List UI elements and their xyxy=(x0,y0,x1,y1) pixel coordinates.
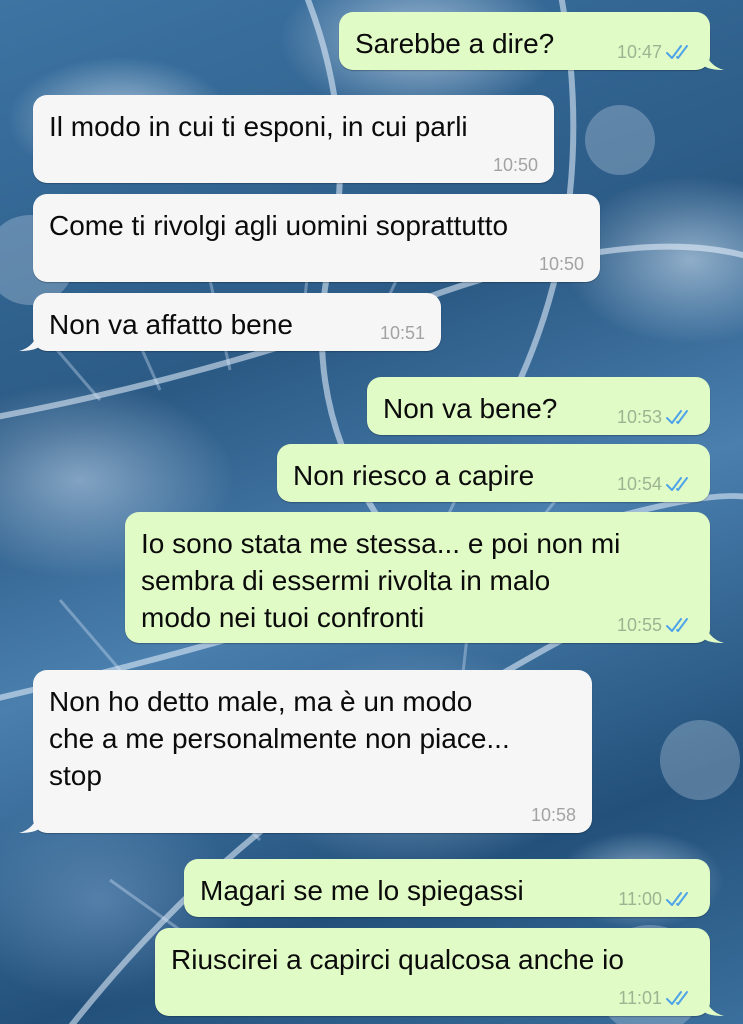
message-timestamp: 10:50 xyxy=(492,155,538,175)
message-meta: 10:50 xyxy=(493,155,538,175)
double-check-icon xyxy=(666,477,688,491)
message-timestamp: 10:58 xyxy=(530,805,576,825)
outgoing-message-bubble[interactable]: Io sono stata me stessa... e poi non mi … xyxy=(125,512,724,643)
incoming-message-bubble[interactable]: Non va affatto bene 10:51 xyxy=(19,293,441,351)
message-timestamp: 10:55 xyxy=(616,615,662,635)
double-check-icon xyxy=(666,991,688,1005)
message-text: Riuscirei a capirci qualcosa anche io xyxy=(171,944,624,975)
message-meta: 10:53 xyxy=(617,407,694,427)
double-check-icon xyxy=(666,892,688,906)
message-text: Il modo in cui ti esponi, in cui parli xyxy=(49,111,468,142)
message-timestamp: 10:53 xyxy=(616,407,662,427)
bubble-tail xyxy=(704,621,724,643)
incoming-message-bubble[interactable]: Il modo in cui ti esponi, in cui parli 10… xyxy=(33,95,554,183)
outgoing-message-bubble[interactable]: Riuscirei a capirci qualcosa anche io 11:… xyxy=(155,928,724,1016)
message-meta: 10:47 xyxy=(617,42,694,62)
message-text: Io sono stata me stessa... e poi non mi … xyxy=(141,528,621,633)
message-timestamp: 10:47 xyxy=(616,42,662,62)
message-text: Come ti rivolgi agli uomini soprattutto xyxy=(49,210,509,241)
double-check-icon xyxy=(666,45,688,59)
message-meta: 10:51 xyxy=(380,323,425,343)
bubble-tail xyxy=(704,48,724,70)
incoming-message-bubble[interactable]: Non ho detto male, ma è un modo che a me… xyxy=(19,670,592,833)
bubble-tail xyxy=(19,329,39,351)
bubble-tail xyxy=(19,811,39,833)
message-timestamp: 11:00 xyxy=(618,889,662,909)
message-text: Non va affatto bene xyxy=(49,309,293,340)
message-meta: 11:01 xyxy=(618,988,694,1008)
message-text: Non ho detto male, ma è un modo che a me… xyxy=(49,686,510,791)
double-check-icon xyxy=(666,410,688,424)
message-meta: 11:00 xyxy=(618,889,694,909)
message-timestamp: 11:01 xyxy=(618,988,662,1008)
outgoing-message-bubble[interactable]: Non va bene? 10:53 xyxy=(367,377,710,435)
outgoing-message-bubble[interactable]: Non riesco a capire 10:54 xyxy=(277,444,710,502)
message-meta: 10:50 xyxy=(539,254,584,274)
bubble-tail xyxy=(704,994,724,1016)
double-check-icon xyxy=(666,618,688,632)
message-meta: 10:58 xyxy=(531,805,576,825)
outgoing-message-bubble[interactable]: Magari se me lo spiegassi 11:00 xyxy=(184,859,710,917)
message-timestamp: 10:50 xyxy=(538,254,584,274)
message-meta: 10:55 xyxy=(617,615,694,635)
message-meta: 10:54 xyxy=(617,474,694,494)
incoming-message-bubble[interactable]: Come ti rivolgi agli uomini soprattutto 1… xyxy=(33,194,600,282)
outgoing-message-bubble[interactable]: Sarebbe a dire? 10:47 xyxy=(339,12,724,70)
message-timestamp: 10:51 xyxy=(379,323,425,343)
message-timestamp: 10:54 xyxy=(616,474,662,494)
